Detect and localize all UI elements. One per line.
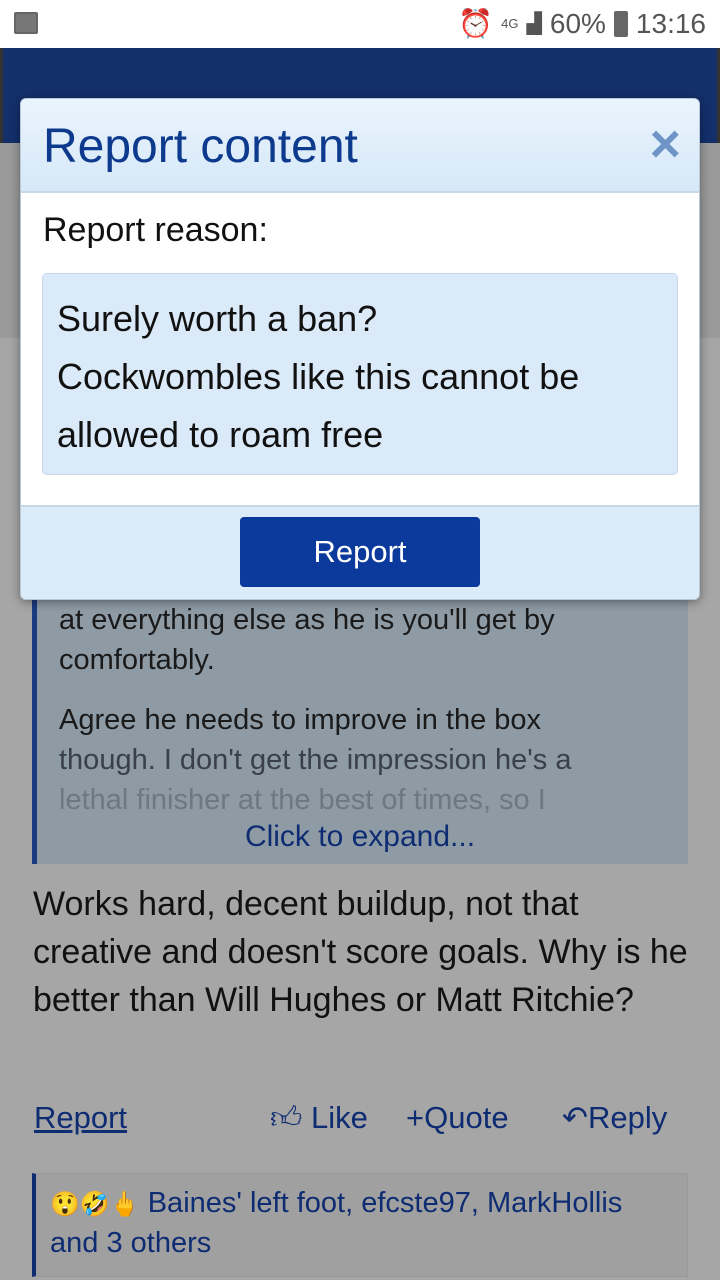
alarm-icon: ⏰ xyxy=(458,8,494,39)
quote-line: though. I don't get the impression he's … xyxy=(59,744,572,776)
report-dialog: Report content × Report reason: Surely w… xyxy=(20,98,700,600)
status-bar: ⏰ 4G ▟ 60% 13:16 xyxy=(0,0,720,48)
post-actions: Report 👍︎ Like +Quote ↶Reply xyxy=(34,1100,686,1144)
dialog-title: Report content xyxy=(43,120,358,173)
quote-button[interactable]: +Quote xyxy=(406,1100,509,1136)
signal-icon: ▟ xyxy=(526,13,542,35)
battery-percent: 60% xyxy=(549,7,606,39)
dialog-header: Report content × xyxy=(21,99,699,193)
report-reason-input[interactable]: Surely worth a ban? Cockwombles like thi… xyxy=(42,273,678,475)
report-reason-label: Report reason: xyxy=(43,211,268,249)
quote-line: lethal finisher at the best of times, so… xyxy=(59,784,546,816)
network-type: 4G xyxy=(501,16,519,31)
reaction-emoji-icons: 😲🤣🖕 xyxy=(50,1191,140,1218)
post-body: Works hard, decent buildup, not that cre… xyxy=(33,885,688,1019)
battery-icon xyxy=(613,10,628,37)
like-button[interactable]: 👍︎ Like xyxy=(270,1100,368,1137)
click-to-expand-link[interactable]: Click to expand... xyxy=(0,820,720,854)
reply-label: Reply xyxy=(587,1100,668,1135)
reply-button[interactable]: ↶Reply xyxy=(562,1100,667,1136)
reactions-bar[interactable]: 😲🤣🖕 Baines' left foot, efcste97, MarkHol… xyxy=(32,1173,688,1277)
report-link[interactable]: Report xyxy=(34,1100,127,1136)
quote-label: Quote xyxy=(424,1100,509,1135)
dialog-footer: Report xyxy=(21,505,699,599)
gallery-notification-icon xyxy=(14,12,38,34)
clock: 13:16 xyxy=(635,7,706,39)
report-submit-button[interactable]: Report xyxy=(240,517,480,587)
quote-line: at everything else as he is you'll get b… xyxy=(59,604,555,636)
quote-line: comfortably. xyxy=(59,644,215,676)
plus-icon: + xyxy=(406,1100,425,1135)
like-label: Like xyxy=(311,1100,368,1135)
quote-line: Agree he needs to improve in the box xyxy=(59,704,542,736)
close-icon[interactable]: × xyxy=(649,113,681,175)
reply-arrow-icon: ↶ xyxy=(562,1100,588,1135)
thumbs-up-icon: 👍︎ xyxy=(270,1100,303,1135)
